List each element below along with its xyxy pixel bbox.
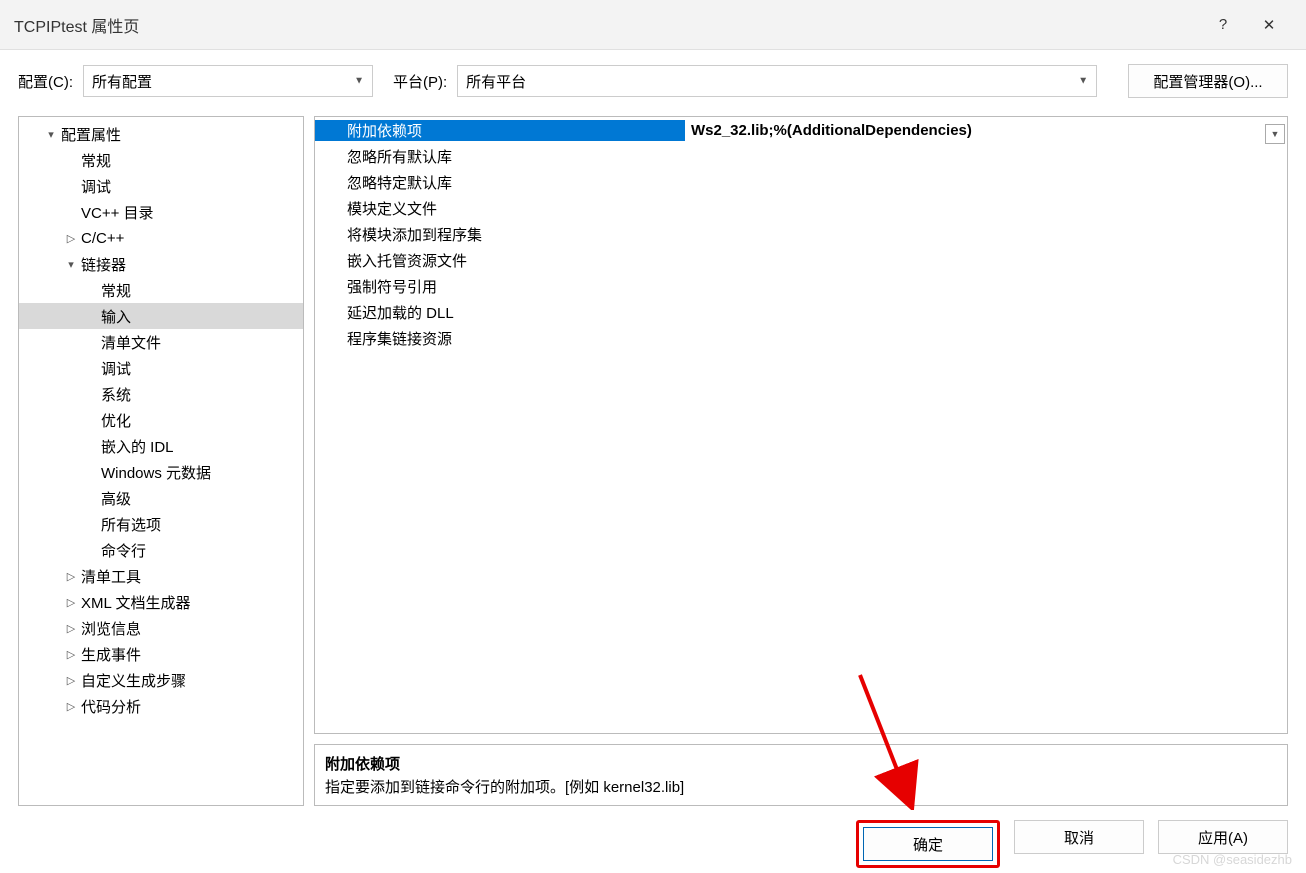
property-row[interactable]: 模块定义文件: [315, 195, 1287, 221]
titlebar: TCPIPtest 属性页 ? ✕: [0, 0, 1306, 50]
tree-toggle-icon[interactable]: ▷: [63, 232, 79, 245]
tree-item[interactable]: 调试: [19, 173, 303, 199]
tree-item[interactable]: Windows 元数据: [19, 459, 303, 485]
tree-item[interactable]: 常规: [19, 147, 303, 173]
tree-item-label: 嵌入的 IDL: [101, 436, 174, 457]
property-row[interactable]: 程序集链接资源: [315, 325, 1287, 351]
platform-combo[interactable]: 所有平台 ▼: [457, 65, 1097, 97]
tree-item-label: 输入: [101, 306, 131, 327]
property-row[interactable]: 忽略特定默认库: [315, 169, 1287, 195]
property-name: 将模块添加到程序集: [315, 224, 685, 245]
tree-item-label: 所有选项: [101, 514, 161, 535]
property-row[interactable]: 附加依赖项Ws2_32.lib;%(AdditionalDependencies…: [315, 117, 1287, 143]
chevron-down-icon: ▼: [354, 76, 364, 87]
close-button[interactable]: ✕: [1246, 0, 1292, 50]
platform-value: 所有平台: [466, 71, 526, 92]
description-panel: 附加依赖项 指定要添加到链接命令行的附加项。[例如 kernel32.lib]: [314, 744, 1288, 806]
tree-item[interactable]: ▾链接器: [19, 251, 303, 277]
config-manager-button[interactable]: 配置管理器(O)...: [1128, 64, 1288, 98]
property-value[interactable]: Ws2_32.lib;%(AdditionalDependencies)▼: [685, 122, 1287, 139]
tree-item-label: 常规: [81, 150, 111, 171]
property-name: 强制符号引用: [315, 276, 685, 297]
tree-toggle-icon[interactable]: ▷: [63, 570, 79, 583]
platform-label: 平台(P):: [393, 71, 447, 92]
tree-item-label: Windows 元数据: [101, 462, 211, 483]
tree-item-label: 调试: [81, 176, 111, 197]
property-name: 延迟加载的 DLL: [315, 302, 685, 323]
tree-item[interactable]: 输入: [19, 303, 303, 329]
property-row[interactable]: 强制符号引用: [315, 273, 1287, 299]
tree-item-label: 清单文件: [101, 332, 161, 353]
property-row[interactable]: 将模块添加到程序集: [315, 221, 1287, 247]
tree-item[interactable]: 优化: [19, 407, 303, 433]
tree-item-label: 生成事件: [81, 644, 141, 665]
tree-item-label: 系统: [101, 384, 131, 405]
config-label: 配置(C):: [18, 71, 73, 92]
dialog-footer: 确定 取消 应用(A): [0, 806, 1306, 868]
apply-button[interactable]: 应用(A): [1158, 820, 1288, 854]
tree-item-label: XML 文档生成器: [81, 592, 190, 613]
tree-item-label: 常规: [101, 280, 131, 301]
tree-toggle-icon[interactable]: ▷: [63, 596, 79, 609]
window-title: TCPIPtest 属性页: [14, 13, 1200, 37]
tree-item[interactable]: 高级: [19, 485, 303, 511]
tree-item[interactable]: ▷C/C++: [19, 225, 303, 251]
nav-tree[interactable]: ▾配置属性常规调试VC++ 目录▷C/C++▾链接器常规输入清单文件调试系统优化…: [18, 116, 304, 806]
description-title: 附加依赖项: [325, 753, 1277, 774]
chevron-down-icon: ▼: [1078, 76, 1088, 87]
description-text: 指定要添加到链接命令行的附加项。[例如 kernel32.lib]: [325, 776, 1277, 797]
config-bar: 配置(C): 所有配置 ▼ 平台(P): 所有平台 ▼ 配置管理器(O)...: [0, 50, 1306, 116]
tree-item[interactable]: 嵌入的 IDL: [19, 433, 303, 459]
property-row[interactable]: 嵌入托管资源文件: [315, 247, 1287, 273]
tree-toggle-icon[interactable]: ▷: [63, 700, 79, 713]
cancel-button[interactable]: 取消: [1014, 820, 1144, 854]
help-button[interactable]: ?: [1200, 0, 1246, 50]
tree-item[interactable]: ▷自定义生成步骤: [19, 667, 303, 693]
tree-item[interactable]: ▷浏览信息: [19, 615, 303, 641]
tree-item-label: 浏览信息: [81, 618, 141, 639]
tree-item-label: VC++ 目录: [81, 202, 154, 223]
tree-item[interactable]: 系统: [19, 381, 303, 407]
property-name: 忽略特定默认库: [315, 172, 685, 193]
tree-item[interactable]: 所有选项: [19, 511, 303, 537]
property-row[interactable]: 延迟加载的 DLL: [315, 299, 1287, 325]
config-combo[interactable]: 所有配置 ▼: [83, 65, 373, 97]
tree-item-label: 清单工具: [81, 566, 141, 587]
ok-button[interactable]: 确定: [863, 827, 993, 861]
tree-item-label: 高级: [101, 488, 131, 509]
chevron-down-icon[interactable]: ▼: [1265, 124, 1285, 144]
property-name: 附加依赖项: [315, 120, 685, 141]
property-grid[interactable]: 附加依赖项Ws2_32.lib;%(AdditionalDependencies…: [314, 116, 1288, 734]
tree-item[interactable]: ▷代码分析: [19, 693, 303, 719]
tree-item[interactable]: ▷清单工具: [19, 563, 303, 589]
property-row[interactable]: 忽略所有默认库: [315, 143, 1287, 169]
tree-item-label: 命令行: [101, 540, 146, 561]
tree-item[interactable]: ▾配置属性: [19, 121, 303, 147]
property-name: 嵌入托管资源文件: [315, 250, 685, 271]
tree-item[interactable]: ▷XML 文档生成器: [19, 589, 303, 615]
property-name: 模块定义文件: [315, 198, 685, 219]
tree-toggle-icon[interactable]: ▾: [63, 258, 79, 271]
tree-item-label: 优化: [101, 410, 131, 431]
property-name: 程序集链接资源: [315, 328, 685, 349]
tree-item-label: 配置属性: [61, 124, 121, 145]
tree-toggle-icon[interactable]: ▾: [43, 128, 59, 141]
tree-item[interactable]: 调试: [19, 355, 303, 381]
tree-item-label: 链接器: [81, 254, 126, 275]
tree-item[interactable]: ▷生成事件: [19, 641, 303, 667]
tree-item[interactable]: VC++ 目录: [19, 199, 303, 225]
property-name: 忽略所有默认库: [315, 146, 685, 167]
tree-toggle-icon[interactable]: ▷: [63, 622, 79, 635]
tree-toggle-icon[interactable]: ▷: [63, 648, 79, 661]
tree-item[interactable]: 命令行: [19, 537, 303, 563]
tree-item-label: 自定义生成步骤: [81, 670, 186, 691]
tree-item[interactable]: 清单文件: [19, 329, 303, 355]
config-value: 所有配置: [92, 71, 152, 92]
tree-item-label: 代码分析: [81, 696, 141, 717]
tree-toggle-icon[interactable]: ▷: [63, 674, 79, 687]
tree-item-label: 调试: [101, 358, 131, 379]
tree-item[interactable]: 常规: [19, 277, 303, 303]
tree-item-label: C/C++: [81, 230, 124, 247]
ok-highlight: 确定: [856, 820, 1000, 868]
